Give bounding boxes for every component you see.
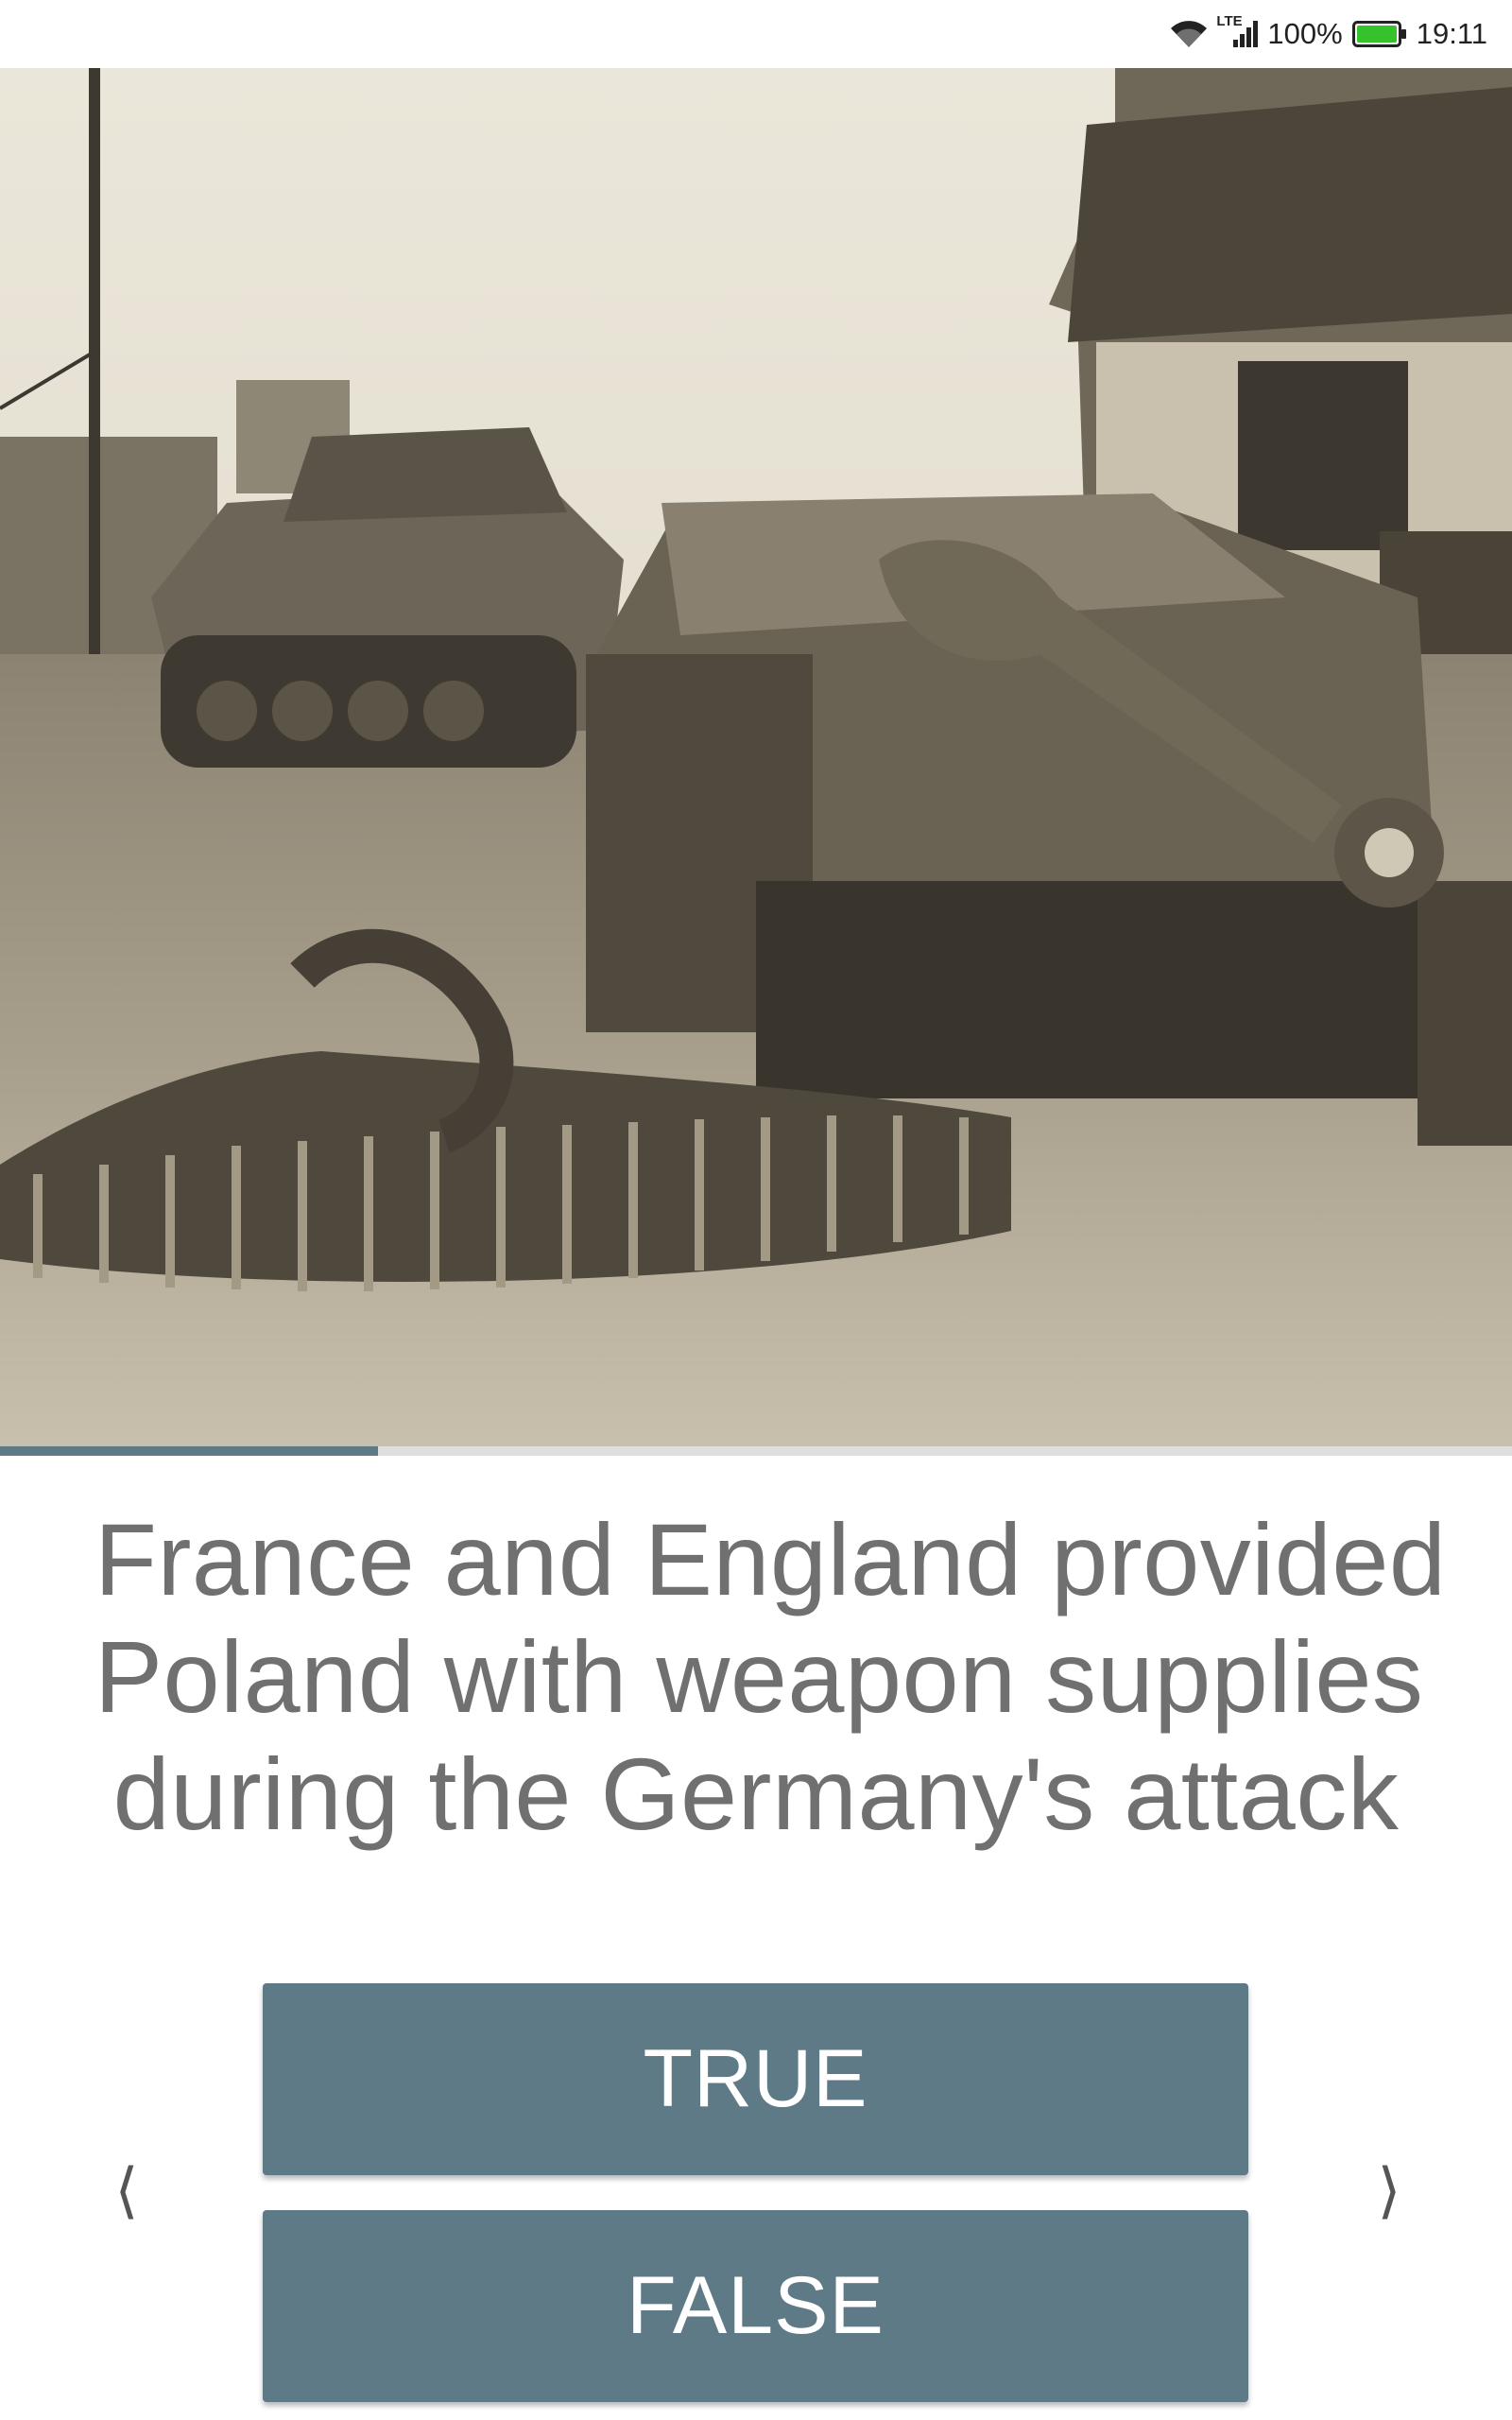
wifi-icon bbox=[1169, 19, 1209, 49]
question-line: France and England provided bbox=[94, 1502, 1447, 1616]
quiz-progress-fill bbox=[0, 1446, 378, 1456]
chevron-left-icon: ⟨ bbox=[114, 2155, 139, 2224]
next-question-button[interactable]: ⟩ bbox=[1361, 2155, 1418, 2224]
question-line: Poland with weapon supplies bbox=[94, 1619, 1424, 1734]
question-photo bbox=[0, 68, 1512, 1446]
battery-icon bbox=[1351, 20, 1407, 48]
chevron-right-icon: ⟩ bbox=[1377, 2155, 1401, 2224]
previous-question-button[interactable]: ⟨ bbox=[98, 2155, 155, 2224]
battery-percent: 100% bbox=[1267, 17, 1343, 50]
clock: 19:11 bbox=[1416, 17, 1487, 50]
true-button[interactable]: TRUE bbox=[263, 1983, 1248, 2175]
true-button-label: TRUE bbox=[643, 2033, 868, 2124]
false-button[interactable]: FALSE bbox=[263, 2210, 1248, 2402]
status-bar: LTE 100% 19:11 bbox=[0, 0, 1512, 68]
false-button-label: FALSE bbox=[627, 2260, 885, 2351]
signal-icon: LTE bbox=[1216, 13, 1259, 49]
question-text: France and England provided Poland with … bbox=[94, 1501, 1447, 1853]
quiz-progress-bar bbox=[0, 1446, 1512, 1456]
question-line: during the Germany's attack bbox=[112, 1737, 1400, 1851]
status-icons: LTE 100% 19:11 bbox=[1169, 0, 1487, 68]
